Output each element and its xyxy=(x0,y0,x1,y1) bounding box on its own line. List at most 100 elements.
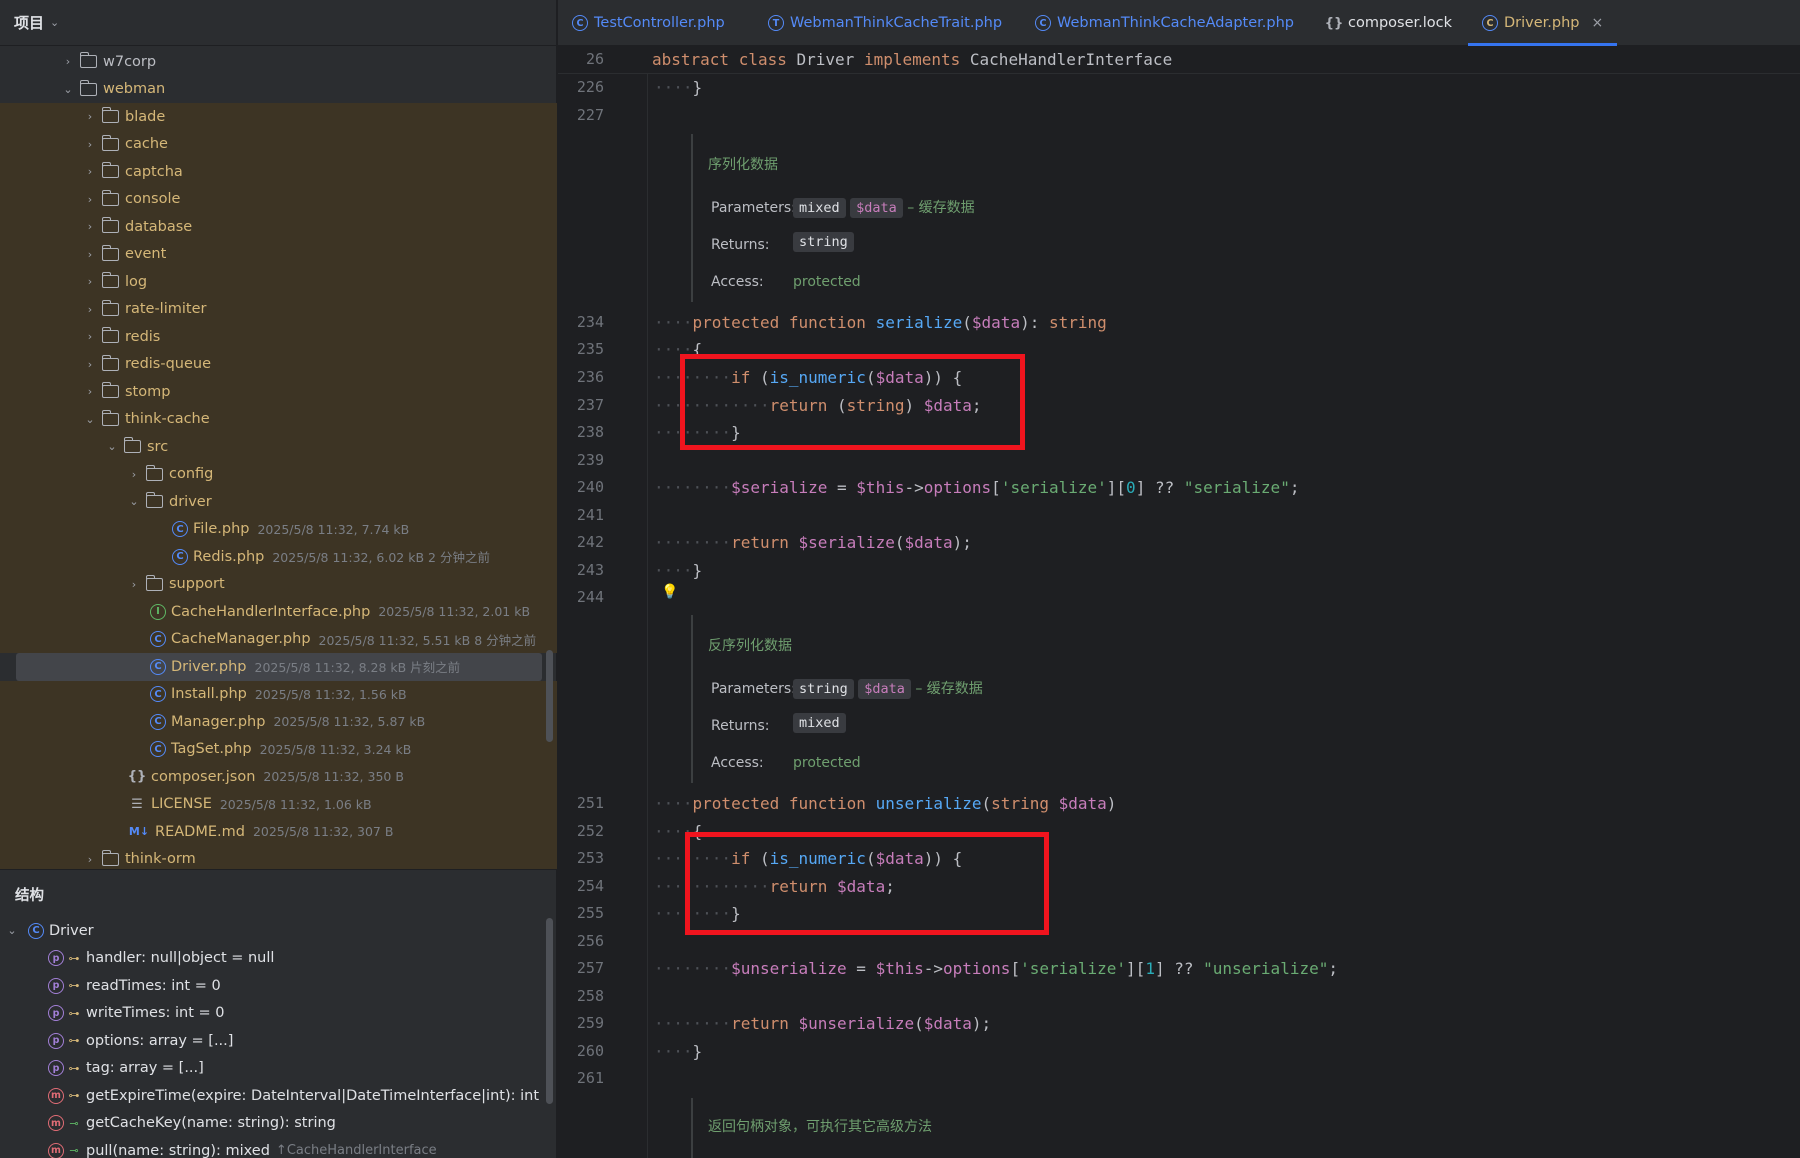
doc-comment-handler: 返回句柄对象，可执行其它高级方法 xyxy=(691,1098,1291,1158)
tab-composer-lock[interactable]: {} composer.lock xyxy=(1325,0,1453,46)
line-number: 259 xyxy=(576,1014,604,1032)
structure-member[interactable]: p ⊶ writeTimes: int = 0 xyxy=(0,1000,557,1028)
tab-webmanthinkcacheadapter-php[interactable]: C WebmanThinkCacheAdapter.php xyxy=(1035,0,1294,46)
tree-item[interactable]: › blade xyxy=(0,103,557,131)
tree-item[interactable]: C CacheManager.php 2025/5/8 11:32, 5.51 kB… xyxy=(0,625,557,653)
tree-item[interactable]: › redis xyxy=(0,323,557,351)
tree-item[interactable]: I CacheHandlerInterface.php 2025/5/8 11:32… xyxy=(0,598,557,626)
tree-item[interactable]: › redis-queue xyxy=(0,350,557,378)
chevron-down-icon[interactable]: ⌄ xyxy=(60,83,76,96)
tab-testcontroller-php[interactable]: C TestController.php xyxy=(572,0,725,46)
chevron-right-icon[interactable]: › xyxy=(82,330,98,343)
line-number: 226 xyxy=(576,78,604,96)
tree-scrollbar[interactable] xyxy=(546,650,553,742)
chevron-down-icon[interactable]: ⌄ xyxy=(4,924,20,937)
project-panel-header[interactable]: 项目 ⌄ xyxy=(0,0,557,46)
line-number: 242 xyxy=(576,533,604,551)
code-line-259[interactable]: ········return $unserialize($data); xyxy=(654,1014,991,1033)
structure-member[interactable]: m ⊸ pull(name: string): mixed ↑CacheHandler… xyxy=(0,1137,557,1158)
line-number: 254 xyxy=(576,877,604,895)
code-line-243[interactable]: ····} xyxy=(654,561,702,580)
tree-item[interactable]: › think-orm xyxy=(0,845,557,869)
structure-root[interactable]: ⌄ C Driver xyxy=(0,917,557,945)
chevron-right-icon[interactable]: › xyxy=(82,853,98,866)
tree-item[interactable]: ⌄ driver xyxy=(0,488,557,516)
sticky-header[interactable]: 26 abstract class Driver implements Cach… xyxy=(558,46,1800,74)
tree-item[interactable]: › config xyxy=(0,460,557,488)
tree-item[interactable]: M↓ README.md 2025/5/8 11:32, 307 B xyxy=(0,818,557,846)
code-line-234[interactable]: ····protected function serialize($data):… xyxy=(654,313,1107,332)
tree-item[interactable]: ☰ LICENSE 2025/5/8 11:32, 1.06 kB xyxy=(0,790,557,818)
tree-item[interactable]: {} composer.json 2025/5/8 11:32, 350 B xyxy=(0,763,557,791)
code-line-226[interactable]: ····} xyxy=(654,78,702,97)
chevron-right-icon[interactable]: › xyxy=(82,358,98,371)
tab-label: WebmanThinkCacheTrait.php xyxy=(790,15,1003,31)
tree-item[interactable]: › database xyxy=(0,213,557,241)
chevron-right-icon[interactable]: › xyxy=(82,303,98,316)
tab-driver-php[interactable]: C Driver.php × xyxy=(1468,0,1618,46)
tree-item[interactable]: C Manager.php 2025/5/8 11:32, 5.87 kB xyxy=(0,708,557,736)
code-line-251[interactable]: ····protected function unserialize(strin… xyxy=(654,794,1116,813)
tree-item[interactable]: ⌄ think-cache xyxy=(0,405,557,433)
structure-member[interactable]: p ⊶ handler: null|object = null xyxy=(0,945,557,973)
tree-item[interactable]: C File.php 2025/5/8 11:32, 7.74 kB xyxy=(0,515,557,543)
structure-member[interactable]: p ⊶ readTimes: int = 0 xyxy=(0,972,557,1000)
chevron-down-icon[interactable]: ⌄ xyxy=(82,413,98,426)
tab-webmanthinkcachetrait-php[interactable]: T WebmanThinkCacheTrait.php xyxy=(768,0,1002,46)
project-tree: › w7corp ⌄ webman › blade › cache › captcha › conso… xyxy=(0,46,557,869)
tree-item-meta: 2025/5/8 11:32, 1.06 kB xyxy=(219,796,372,812)
tree-item[interactable]: ⌄ webman xyxy=(0,76,557,104)
structure-member[interactable]: p ⊶ tag: array = [...] xyxy=(0,1055,557,1083)
structure-scrollbar[interactable] xyxy=(546,918,553,1104)
tree-item[interactable]: C Driver.php 2025/5/8 11:32, 8.28 kB 片刻之前 xyxy=(16,653,542,681)
folder-icon xyxy=(101,244,119,261)
code-line-240[interactable]: ········$serialize = $this->options['ser… xyxy=(654,478,1299,497)
tree-item[interactable]: › log xyxy=(0,268,557,296)
tree-item-meta: 2025/5/8 11:32, 5.51 kB 8 分钟之前 xyxy=(318,632,537,648)
code-line-260[interactable]: ····} xyxy=(654,1042,702,1061)
structure-member[interactable]: p ⊶ options: array = [...] xyxy=(0,1027,557,1055)
tab-label: composer.lock xyxy=(1348,15,1453,31)
chevron-right-icon[interactable]: › xyxy=(82,110,98,123)
tree-item[interactable]: › rate-limiter xyxy=(0,295,557,323)
chevron-right-icon[interactable]: › xyxy=(126,468,142,481)
folder-icon xyxy=(101,107,119,124)
tree-item[interactable]: ⌄ src xyxy=(0,433,557,461)
folder-icon xyxy=(101,354,119,371)
chevron-right-icon[interactable]: › xyxy=(60,55,76,68)
chevron-right-icon[interactable]: › xyxy=(82,165,98,178)
tree-item[interactable]: › cache xyxy=(0,130,557,158)
chevron-right-icon[interactable]: › xyxy=(82,138,98,151)
code-line-242[interactable]: ········return $serialize($data); xyxy=(654,533,972,552)
property-icon: p xyxy=(48,950,64,967)
highlight-box xyxy=(685,832,1049,935)
code-line-257[interactable]: ········$unserialize = $this->options['s… xyxy=(654,959,1338,978)
tree-item[interactable]: › event xyxy=(0,240,557,268)
chevron-right-icon[interactable]: › xyxy=(82,193,98,206)
project-panel: 项目 ⌄ › w7corp ⌄ webman › blade › cache › captcha ›… xyxy=(0,0,557,1158)
structure-member[interactable]: m ⊶ getExpireTime(expire: DateInterval|Dat… xyxy=(0,1082,557,1110)
lightbulb-icon[interactable]: 💡 xyxy=(661,584,678,600)
chevron-right-icon[interactable]: › xyxy=(82,275,98,288)
tree-item-name: README.md xyxy=(155,823,245,840)
line-number: 255 xyxy=(576,904,604,922)
close-icon[interactable]: × xyxy=(1592,15,1604,31)
chevron-down-icon[interactable]: ⌄ xyxy=(50,16,59,29)
tree-item[interactable]: › captcha xyxy=(0,158,557,186)
chevron-right-icon[interactable]: › xyxy=(82,248,98,261)
tree-item[interactable]: › stomp xyxy=(0,378,557,406)
tree-item[interactable]: › console xyxy=(0,185,557,213)
chevron-right-icon[interactable]: › xyxy=(82,220,98,233)
chevron-down-icon[interactable]: ⌄ xyxy=(104,440,120,453)
chevron-right-icon[interactable]: › xyxy=(82,385,98,398)
tree-item[interactable]: C TagSet.php 2025/5/8 11:32, 3.24 kB xyxy=(0,735,557,763)
property-icon: p xyxy=(48,1032,64,1049)
tree-item[interactable]: C Redis.php 2025/5/8 11:32, 6.02 kB 2 分钟之前 xyxy=(0,543,557,571)
tree-item[interactable]: C Install.php 2025/5/8 11:32, 1.56 kB xyxy=(0,680,557,708)
tree-item[interactable]: › w7corp xyxy=(0,48,557,76)
tree-item-name: rate-limiter xyxy=(125,301,207,318)
structure-member[interactable]: m ⊸ getCacheKey(name: string): string xyxy=(0,1110,557,1138)
chevron-down-icon[interactable]: ⌄ xyxy=(126,495,142,508)
tree-item[interactable]: › support xyxy=(0,570,557,598)
chevron-right-icon[interactable]: › xyxy=(126,578,142,591)
